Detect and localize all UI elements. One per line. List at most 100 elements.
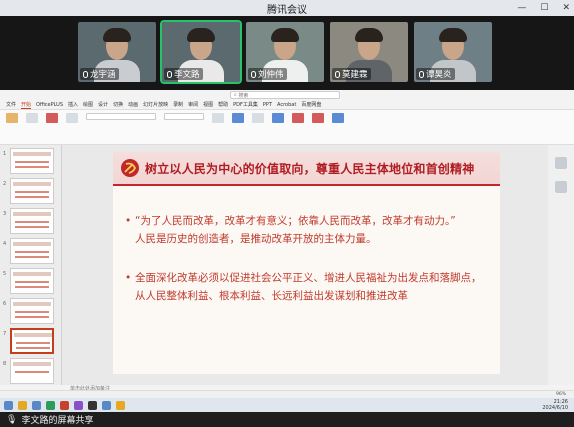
tab-officeplus[interactable]: OfficePLUS <box>36 102 63 108</box>
explorer-icon[interactable] <box>18 400 27 410</box>
mic-icon <box>167 70 172 78</box>
tab-view[interactable]: 视图 <box>203 101 213 108</box>
participant-tile[interactable]: 刘仲伟 <box>246 22 324 82</box>
bullet-line: 人民是历史的创造者，是推动改革开放的主体力量。 <box>135 233 377 245</box>
current-slide[interactable]: 树立以人民为中心的价值取向，尊重人民主体地位和首创精神 • “为了人民而改革，改革… <box>113 152 500 374</box>
tab-baidu[interactable]: 百度网盘 <box>301 101 321 108</box>
tab-animations[interactable]: 动画 <box>128 101 138 108</box>
slide-thumb[interactable] <box>10 238 54 264</box>
slide-thumbnails: 1 2 3 4 5 6 7 8 <box>0 145 62 385</box>
bullet-line: “为了人民而改革，改革才有意义；依靠人民而改革，改革才有动力。” <box>135 215 456 227</box>
tab-acrobat[interactable]: Acrobat <box>277 102 296 108</box>
ppt-titlebar: ⌕ 搜索 <box>0 90 574 100</box>
tab-design[interactable]: 设计 <box>98 101 108 108</box>
panel-icon[interactable] <box>555 181 567 193</box>
zoom-level[interactable]: 96% <box>556 392 566 397</box>
window-controls: — ☐ ✕ <box>517 0 570 16</box>
ribbon-tabs: 文件 开始 OfficePLUS 插入 绘图 设计 切换 动画 幻灯片放映 录制… <box>0 100 574 109</box>
screen-share-bar: 🎙 李文路的屏幕共享 <box>0 412 574 427</box>
participant-name: 李文路 <box>174 70 200 80</box>
mic-icon <box>83 70 88 78</box>
window-title: 腾讯会议 <box>267 4 307 16</box>
meeting-icon[interactable] <box>102 400 111 410</box>
powerpoint-icon[interactable] <box>60 400 69 410</box>
acrobat-icon[interactable] <box>312 113 324 123</box>
new-slide-icon[interactable] <box>66 113 78 123</box>
paragraph-icon[interactable] <box>212 113 224 123</box>
slide-thumb[interactable] <box>10 178 54 204</box>
panel-icon[interactable] <box>555 157 567 169</box>
system-tray: 21:26 2024/6/10 <box>542 399 568 411</box>
maximize-button[interactable]: ☐ <box>540 3 548 13</box>
participant-tile[interactable]: 龙宇涵 <box>78 22 156 82</box>
slide-thumb-selected[interactable] <box>10 328 54 354</box>
bullet-icon: • <box>125 272 132 284</box>
participant-tile[interactable]: 谭昊炎 <box>414 22 492 82</box>
shapes-icon[interactable] <box>232 113 244 123</box>
app-icon[interactable] <box>116 400 125 410</box>
participant-tile-active[interactable]: 李文路 <box>160 20 242 84</box>
tab-ppt[interactable]: PPT <box>263 102 272 108</box>
tab-pdf[interactable]: PDF工具集 <box>233 101 258 108</box>
window-titlebar: 腾讯会议 — ☐ ✕ <box>0 0 574 16</box>
tab-transitions[interactable]: 切换 <box>113 101 123 108</box>
screen-share-label: 李文路的屏幕共享 <box>21 416 94 426</box>
participant-name: 莫建霖 <box>342 70 368 80</box>
participant-name: 刘仲伟 <box>258 70 284 80</box>
slide-canvas: 树立以人民为中心的价值取向，尊重人民主体地位和首创精神 • “为了人民而改革，改革… <box>62 145 548 385</box>
search-placeholder: 搜索 <box>238 92 249 99</box>
slide-thumb[interactable] <box>10 298 54 324</box>
tab-record[interactable]: 录制 <box>173 101 183 108</box>
status-bar: 96% <box>0 390 574 398</box>
participant-name: 龙宇涵 <box>90 70 116 80</box>
slide-thumb[interactable] <box>10 358 54 384</box>
tab-help[interactable]: 帮助 <box>218 101 228 108</box>
start-icon[interactable] <box>4 400 13 410</box>
participant-name: 谭昊炎 <box>426 70 452 80</box>
font-select[interactable] <box>86 113 156 120</box>
ribbon-toolbar <box>0 109 574 145</box>
edge-icon[interactable] <box>32 400 41 410</box>
bullet-point: • “为了人民而改革，改革才有意义；依靠人民而改革，改革才有动力。” 人民是历史的… <box>125 212 493 248</box>
party-emblem-icon <box>119 157 141 179</box>
find-icon[interactable] <box>272 113 284 123</box>
slide-thumb[interactable] <box>10 268 54 294</box>
officeplus-icon[interactable] <box>46 113 58 123</box>
pdf-icon[interactable] <box>292 113 304 123</box>
app-icon[interactable] <box>74 400 83 410</box>
participant-tile[interactable]: 莫建霖 <box>330 22 408 82</box>
app-icon[interactable] <box>46 400 55 410</box>
tab-home[interactable]: 开始 <box>21 101 32 109</box>
tab-insert[interactable]: 插入 <box>68 101 78 108</box>
slide-header: 树立以人民为中心的价值取向，尊重人民主体地位和首创精神 <box>113 152 500 186</box>
slide-thumb[interactable] <box>10 208 54 234</box>
bullet-line: 从人民整体利益、根本利益、长远利益出发谋划和推进改革 <box>135 290 408 302</box>
tab-file[interactable]: 文件 <box>6 101 16 108</box>
bullet-icon: • <box>125 215 132 227</box>
mic-icon[interactable]: 🎙 <box>6 415 17 425</box>
video-strip: 龙宇涵 李文路 刘仲伟 莫建霖 谭昊炎 <box>0 16 574 90</box>
mic-icon <box>251 70 256 78</box>
minimize-button[interactable]: — <box>517 3 526 13</box>
bullet-line: 全面深化改革必须以促进社会公平正义、增进人民福祉为出发点和落脚点， <box>135 272 482 284</box>
search-input[interactable]: ⌕ 搜索 <box>230 91 340 99</box>
clock-date: 2024/6/10 <box>542 405 568 411</box>
app-icon[interactable] <box>88 400 97 410</box>
designer-icon[interactable] <box>332 113 344 123</box>
tab-draw[interactable]: 绘图 <box>83 101 93 108</box>
close-button[interactable]: ✕ <box>562 3 570 13</box>
tab-review[interactable]: 审阅 <box>188 101 198 108</box>
bullet-point: • 全面深化改革必须以促进社会公平正义、增进人民福祉为出发点和落脚点， 从人民整体… <box>125 269 493 305</box>
windows-taskbar: 21:26 2024/6/10 <box>0 398 574 412</box>
slide-title: 树立以人民为中心的价值取向，尊重人民主体地位和首创精神 <box>145 161 475 176</box>
arrange-icon[interactable] <box>252 113 264 123</box>
paste-icon[interactable] <box>6 113 18 123</box>
font-size-select[interactable] <box>164 113 204 120</box>
slide-thumb[interactable] <box>10 148 54 174</box>
right-panel <box>548 145 574 385</box>
mic-icon <box>335 70 340 78</box>
tab-slideshow[interactable]: 幻灯片放映 <box>143 101 168 108</box>
cut-icon[interactable] <box>26 113 38 123</box>
mic-icon <box>419 70 424 78</box>
powerpoint-window: ⌕ 搜索 文件 开始 OfficePLUS 插入 绘图 设计 切换 动画 幻灯片… <box>0 90 574 398</box>
